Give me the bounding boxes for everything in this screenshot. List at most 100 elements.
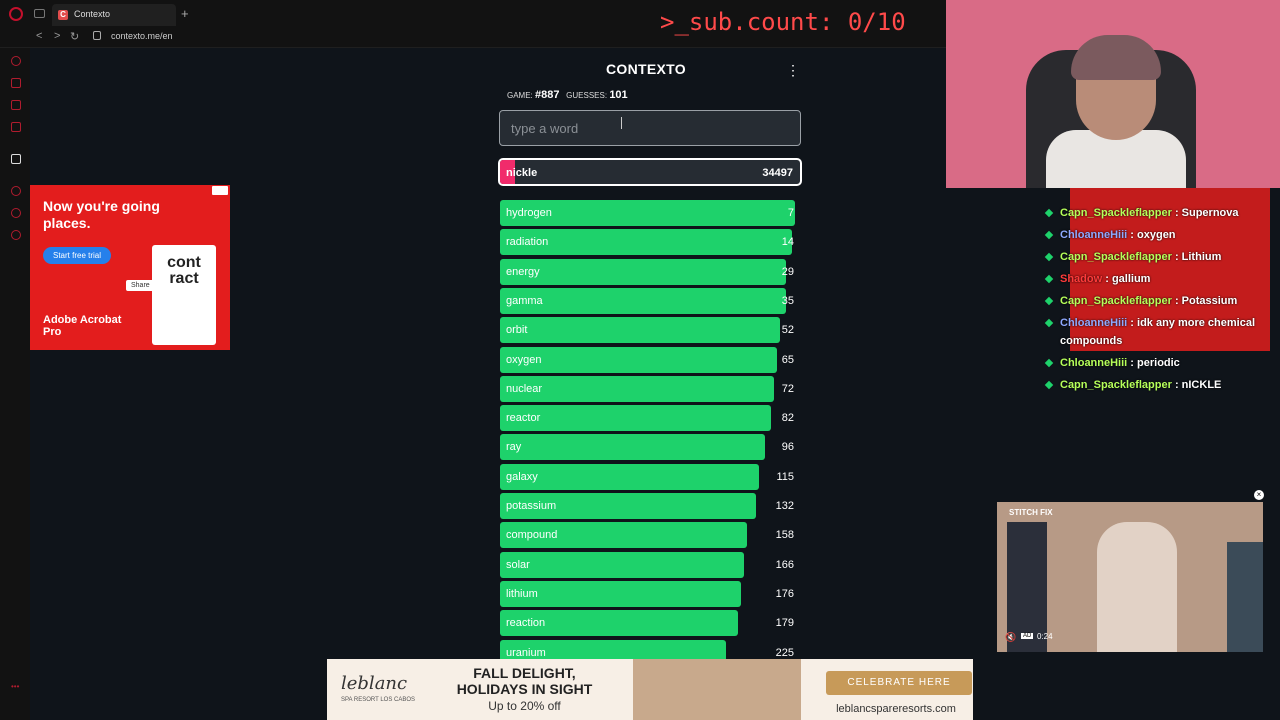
left-ad[interactable]: Now you're going places. Start free tria… [30, 185, 230, 350]
guess-rank: 14 [781, 236, 794, 249]
chat-username[interactable]: Shadow [1060, 273, 1102, 285]
guess-word: orbit [506, 324, 528, 337]
back-button[interactable]: < [36, 30, 42, 42]
guess-row: hydrogen 7 [500, 200, 798, 226]
share-button[interactable]: Share [126, 280, 155, 291]
guess-row: orbit 52 [500, 317, 798, 344]
current-guess-rank: 34497 [762, 167, 793, 179]
video-ad[interactable]: STITCH FIX 🔇 AD 0:24 [997, 502, 1263, 652]
guess-word: uranium [506, 646, 546, 659]
chat-message: Capn_Spackleflapper : nICKLE [1044, 374, 1274, 396]
tab-contexto[interactable]: C Contexto [52, 4, 176, 26]
current-guess-row: nickle 34497 [498, 158, 802, 186]
guess-bar [500, 258, 787, 285]
chat-badge-icon [1044, 380, 1054, 390]
tab-switcher-icon[interactable] [34, 9, 45, 18]
chat-text: : oxygen [1130, 229, 1176, 241]
mute-icon[interactable]: 🔇 [1005, 632, 1016, 643]
word-input[interactable] [499, 110, 801, 146]
guess-row: radiation 14 [500, 229, 798, 256]
guess-row: reactor 82 [500, 405, 798, 432]
chat-message: Shadow : gallium [1044, 268, 1274, 290]
opera-logo-icon[interactable] [9, 7, 23, 21]
forward-button[interactable]: > [54, 30, 60, 42]
chat-username[interactable]: ChloanneHiii [1060, 317, 1127, 329]
game-number: #887 [535, 89, 560, 101]
guess-rank: 132 [775, 500, 794, 512]
chat-username[interactable]: ChloanneHiii [1060, 357, 1127, 369]
guess-rank: 72 [781, 382, 794, 395]
guess-row: galaxy 115 [500, 463, 798, 490]
guess-rank: 115 [776, 470, 794, 483]
celebrate-here-button[interactable]: CELEBRATE HERE [826, 671, 972, 695]
guess-word: energy [506, 265, 540, 278]
guess-row: reaction 179 [500, 610, 798, 637]
ad-headline: FALL DELIGHT, HOLIDAYS IN SIGHT [456, 665, 593, 697]
chat-username[interactable]: Capn_Spackleflapper [1060, 379, 1172, 391]
chat-username[interactable]: Capn_Spackleflapper [1060, 251, 1172, 263]
chat-username[interactable]: Capn_Spackleflapper [1060, 295, 1172, 307]
guesses-count: 101 [609, 89, 628, 101]
tab-title: Contexto [74, 9, 111, 19]
guess-row: solar 166 [500, 551, 798, 578]
chat-badge-icon [1044, 230, 1054, 240]
close-icon[interactable]: × [1254, 490, 1264, 500]
guess-rank: 96 [781, 441, 794, 454]
chat-username[interactable]: ChloanneHiii [1060, 229, 1127, 241]
sidebar-mail-icon[interactable] [11, 122, 21, 132]
chat-message: ChloanneHiii : idk any more chemical com… [1044, 312, 1274, 352]
game-info: GAME: #887 GUESSES: 101 [507, 89, 628, 101]
contexto-favicon-icon: C [58, 10, 68, 20]
sidebar-more-icon[interactable]: ••• [11, 682, 19, 691]
guess-word: compound [506, 529, 558, 542]
guess-rank: 225 [775, 646, 794, 659]
sidebar-player-icon[interactable] [11, 186, 21, 196]
guess-word: solar [506, 558, 530, 571]
contract-card: cont ract [152, 245, 216, 345]
webcam-feed [946, 0, 1280, 188]
current-guess-word: nickle [506, 167, 538, 179]
reload-button[interactable]: ↻ [70, 30, 79, 43]
browser-sidebar: ••• [0, 48, 30, 720]
chat-text: : gallium [1105, 273, 1151, 285]
sub-count-overlay: >_sub.count: 0/10 [660, 8, 906, 36]
guess-word: potassium [506, 500, 557, 512]
bottom-ad[interactable]: leblanc SPA RESORT LOS CABOS FALL DELIGH… [327, 659, 973, 720]
chat-message: ChloanneHiii : oxygen [1044, 224, 1274, 246]
ad-choices-icon[interactable] [212, 186, 228, 195]
guess-word: gamma [506, 294, 543, 307]
ad-photo [633, 659, 801, 720]
video-person-center [1097, 522, 1177, 652]
sidebar-messenger-icon[interactable] [11, 100, 21, 110]
guess-rank: 35 [781, 294, 794, 307]
chat-badge-icon [1044, 252, 1054, 262]
guess-row: gamma 35 [500, 287, 798, 314]
guess-bar [500, 405, 772, 432]
menu-icon[interactable]: ⋮ [786, 62, 800, 79]
ad-offer: Up to 20% off [488, 699, 561, 713]
guess-bar [500, 463, 760, 490]
chat-username[interactable]: Capn_Spackleflapper [1060, 207, 1172, 219]
guess-word: reactor [506, 412, 541, 425]
chat-text: : Lithium [1174, 251, 1222, 263]
sidebar-clock-icon[interactable] [11, 208, 21, 218]
guess-row: ray 96 [500, 434, 798, 461]
guess-rank: 65 [781, 353, 794, 366]
ad-site-url[interactable]: leblancspareresorts.com [821, 703, 971, 715]
sidebar-settings-icon[interactable] [11, 230, 21, 240]
guess-rank: 52 [781, 324, 794, 337]
new-tab-button[interactable]: + [181, 6, 189, 21]
lock-icon [93, 31, 101, 40]
start-free-trial-button[interactable]: Start free trial [43, 247, 112, 264]
guess-bar [500, 317, 781, 344]
sidebar-shop-icon[interactable] [11, 78, 21, 88]
guess-word: reaction [506, 617, 546, 630]
sidebar-history-icon[interactable] [11, 56, 21, 66]
video-person-right [1227, 542, 1263, 652]
address-bar[interactable]: contexto.me/en [111, 31, 173, 41]
sidebar-aria-icon[interactable] [11, 154, 21, 164]
guess-rank: 158 [775, 529, 794, 542]
guess-bar [500, 551, 745, 578]
chat-text: : Potassium [1174, 295, 1238, 307]
ad-brand: Adobe Acrobat Pro [43, 314, 122, 338]
